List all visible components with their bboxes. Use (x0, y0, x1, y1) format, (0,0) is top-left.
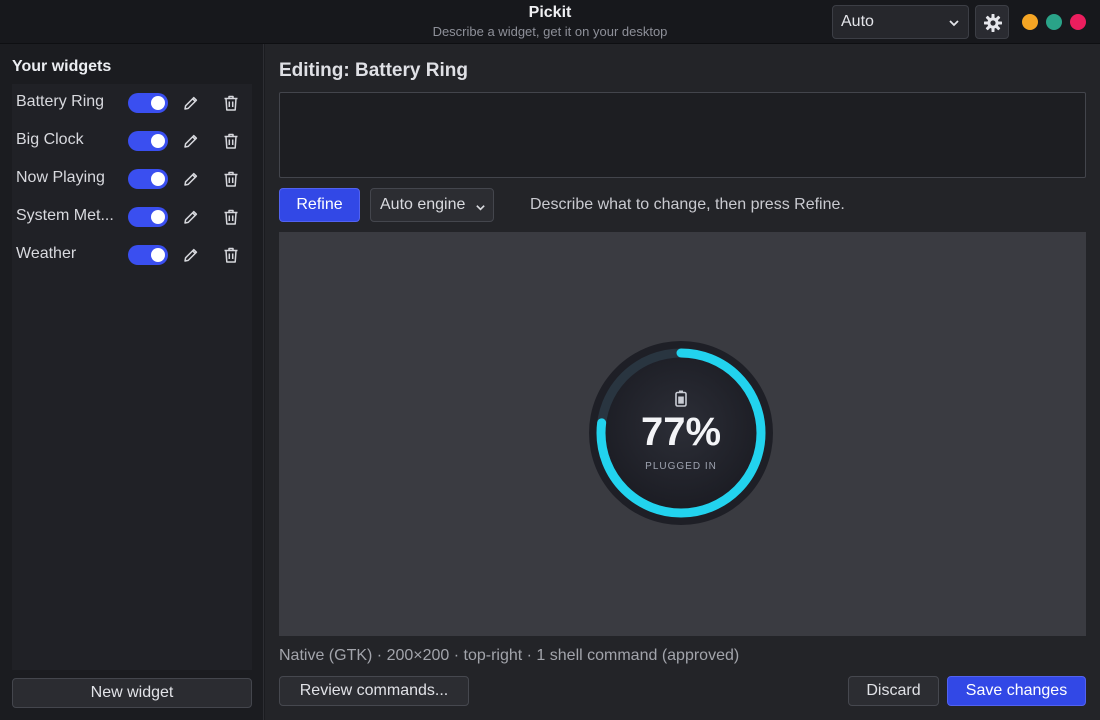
editor-panel: Editing: Battery Ring Refine Auto engine… (265, 44, 1100, 720)
widget-preview: 77% PLUGGED IN (279, 232, 1086, 636)
engine-select-value: Auto (841, 13, 874, 30)
trash-icon[interactable] (222, 94, 240, 112)
widget-meta: Native (GTK) · 200×200 · top-right · 1 s… (279, 647, 740, 664)
trash-icon[interactable] (222, 208, 240, 226)
chevron-down-icon (475, 200, 486, 218)
toggle-knob (151, 248, 165, 262)
save-changes-button[interactable]: Save changes (947, 676, 1086, 706)
widget-enabled-toggle[interactable] (128, 131, 168, 151)
widget-item-label: System Met... (16, 207, 114, 224)
widget-item-label: Big Clock (16, 131, 84, 148)
battery-ring-widget: 77% PLUGGED IN (588, 340, 774, 526)
toggle-knob (151, 172, 165, 186)
title-bar: Pickit Describe a widget, get it on your… (0, 0, 1100, 44)
trash-icon[interactable] (222, 246, 240, 264)
widget-enabled-toggle[interactable] (128, 93, 168, 113)
widget-item-big-clock[interactable]: Big Clock (12, 122, 252, 160)
minimize-button[interactable] (1022, 14, 1038, 30)
close-button[interactable] (1070, 14, 1086, 30)
widget-item-weather[interactable]: Weather (12, 236, 252, 274)
page-title: Editing: Battery Ring (279, 60, 468, 81)
pencil-icon[interactable] (182, 170, 200, 188)
battery-icon (675, 390, 687, 407)
widget-enabled-toggle[interactable] (128, 169, 168, 189)
widget-enabled-toggle[interactable] (128, 207, 168, 227)
widget-item-label: Now Playing (16, 169, 105, 186)
pencil-icon[interactable] (182, 246, 200, 264)
sidebar-title: Your widgets (12, 58, 112, 75)
refine-button[interactable]: Refine (279, 188, 360, 222)
gear-icon (984, 14, 1002, 32)
chevron-down-icon (948, 16, 960, 34)
trash-icon[interactable] (222, 132, 240, 150)
engine-select[interactable]: Auto (832, 5, 969, 39)
engine-dropdown[interactable]: Auto engine (370, 188, 494, 222)
review-commands-button[interactable]: Review commands... (279, 676, 469, 706)
widget-item-system-metrics[interactable]: System Met... (12, 198, 252, 236)
pencil-icon[interactable] (182, 208, 200, 226)
refine-hint: Describe what to change, then press Refi… (530, 196, 845, 213)
widget-item-now-playing[interactable]: Now Playing (12, 160, 252, 198)
widget-item-label: Weather (16, 245, 77, 262)
trash-icon[interactable] (222, 170, 240, 188)
toggle-knob (151, 134, 165, 148)
toggle-knob (151, 210, 165, 224)
pencil-icon[interactable] (182, 94, 200, 112)
toggle-knob (151, 96, 165, 110)
sidebar: Your widgets Battery Ring Big Clock Now … (0, 44, 264, 720)
discard-button[interactable]: Discard (848, 676, 939, 706)
widget-list: Battery Ring Big Clock Now Playing Syste… (12, 84, 252, 670)
battery-percentage: 77% (640, 410, 722, 454)
settings-button[interactable] (975, 5, 1009, 39)
widget-item-battery-ring[interactable]: Battery Ring (12, 84, 252, 122)
pencil-icon[interactable] (182, 132, 200, 150)
battery-status: PLUGGED IN (645, 461, 717, 472)
new-widget-button[interactable]: New widget (12, 678, 252, 708)
maximize-button[interactable] (1046, 14, 1062, 30)
widget-enabled-toggle[interactable] (128, 245, 168, 265)
description-input[interactable] (279, 92, 1086, 178)
engine-dropdown-value: Auto engine (380, 196, 466, 213)
widget-item-label: Battery Ring (16, 93, 105, 110)
